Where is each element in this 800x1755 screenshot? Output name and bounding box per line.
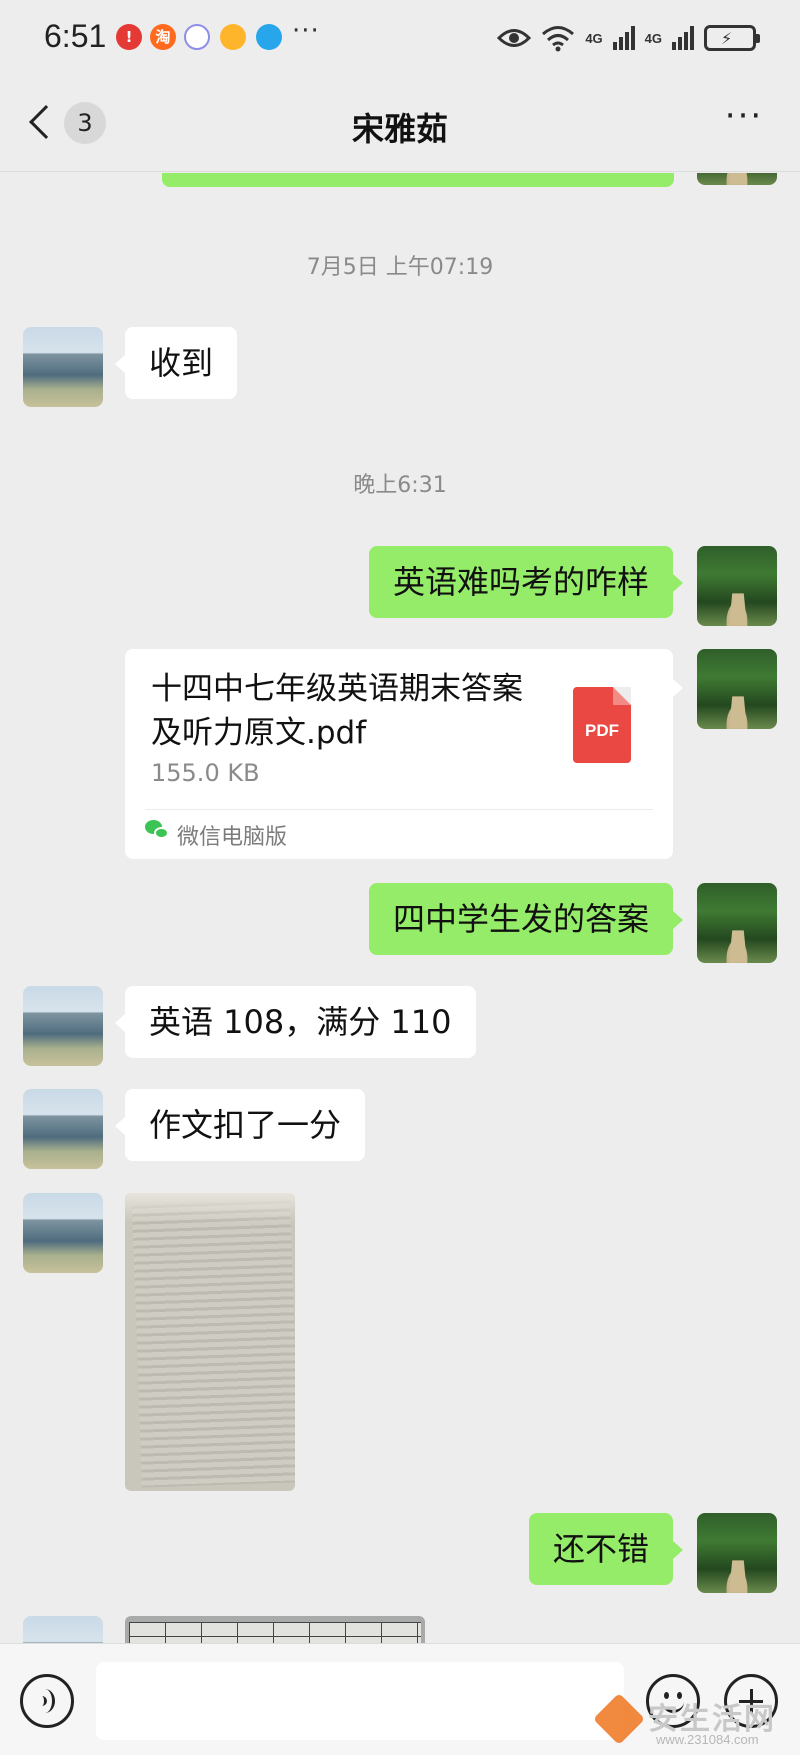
app-icon — [184, 24, 210, 50]
status-bar: 6:51 ! 淘 ··· 4G 4G ⚡ — [0, 0, 800, 80]
network-type-label: 4G — [585, 30, 603, 46]
message-timestamp: 晚上6:31 — [353, 473, 447, 498]
divider — [145, 809, 653, 810]
my-avatar[interactable] — [697, 649, 777, 729]
more-options-button[interactable]: ··· — [716, 99, 772, 144]
cloud-icon — [256, 24, 282, 50]
chat-message-list[interactable]: 7月5日 上午07:19 收到 晚上6:31 英语难吗考的咋样 十四中七年级英语… — [0, 173, 800, 1643]
contact-avatar[interactable] — [23, 1089, 103, 1169]
app-icon — [220, 24, 246, 50]
network-type-label: 4G — [644, 30, 662, 46]
wechat-icon — [145, 820, 171, 842]
my-avatar[interactable] — [697, 1513, 777, 1593]
watermark-logo — [592, 1692, 646, 1746]
voice-input-button[interactable] — [20, 1674, 74, 1728]
contact-avatar[interactable] — [23, 1193, 103, 1273]
outgoing-message[interactable]: 四中学生发的答案 — [368, 883, 684, 955]
contact-avatar[interactable] — [23, 327, 103, 407]
image-message[interactable] — [125, 1193, 295, 1491]
eye-icon — [497, 29, 532, 47]
outgoing-message[interactable]: 英语难吗考的咋样 — [368, 546, 684, 618]
chat-header: 3 宋雅茹 ··· — [0, 80, 800, 172]
message-input[interactable] — [96, 1662, 624, 1740]
my-avatar[interactable] — [697, 883, 777, 963]
alert-icon: ! — [116, 24, 142, 50]
site-watermark: 安生活网 www.231084.com — [592, 1690, 796, 1750]
incoming-message[interactable]: 英语 108，满分 110 — [115, 986, 476, 1058]
file-message-card[interactable]: 十四中七年级英语期末答案及听力原文.pdf 155.0 KB PDF 微信电脑版 — [125, 649, 683, 859]
status-time: 6:51 — [44, 18, 107, 54]
my-avatar[interactable] — [697, 546, 777, 626]
signal-icon — [612, 26, 635, 50]
exam-paper-photo — [132, 1200, 295, 1488]
pdf-file-icon: PDF — [573, 687, 631, 763]
file-size: 155.0 KB — [151, 759, 260, 787]
wifi-icon — [542, 26, 575, 52]
my-avatar[interactable] — [697, 173, 777, 185]
contact-avatar[interactable] — [23, 1616, 103, 1643]
chat-title: 宋雅茹 — [351, 110, 448, 148]
file-source-label: 微信电脑版 — [177, 825, 288, 850]
previous-outgoing-message[interactable] — [162, 173, 674, 187]
score-table-photo — [129, 1622, 421, 1643]
outgoing-message[interactable]: 还不错 — [528, 1513, 684, 1585]
file-name: 十四中七年级英语期末答案及听力原文.pdf — [151, 671, 523, 751]
taobao-icon: 淘 — [150, 24, 176, 50]
message-timestamp: 7月5日 上午07:19 — [306, 255, 494, 280]
contact-avatar[interactable] — [23, 986, 103, 1066]
more-notifications-icon: ··· — [292, 16, 320, 46]
battery-charging-icon: ⚡ — [704, 25, 760, 51]
incoming-message[interactable]: 作文扣了一分 — [114, 1089, 366, 1161]
incoming-message[interactable]: 收到 — [114, 327, 238, 399]
image-message[interactable] — [125, 1616, 425, 1643]
pdf-label: PDF — [585, 721, 619, 740]
watermark-url: www.231084.com — [656, 1732, 759, 1747]
status-indicators: 4G 4G ⚡ — [497, 20, 760, 56]
signal-icon — [672, 26, 694, 50]
